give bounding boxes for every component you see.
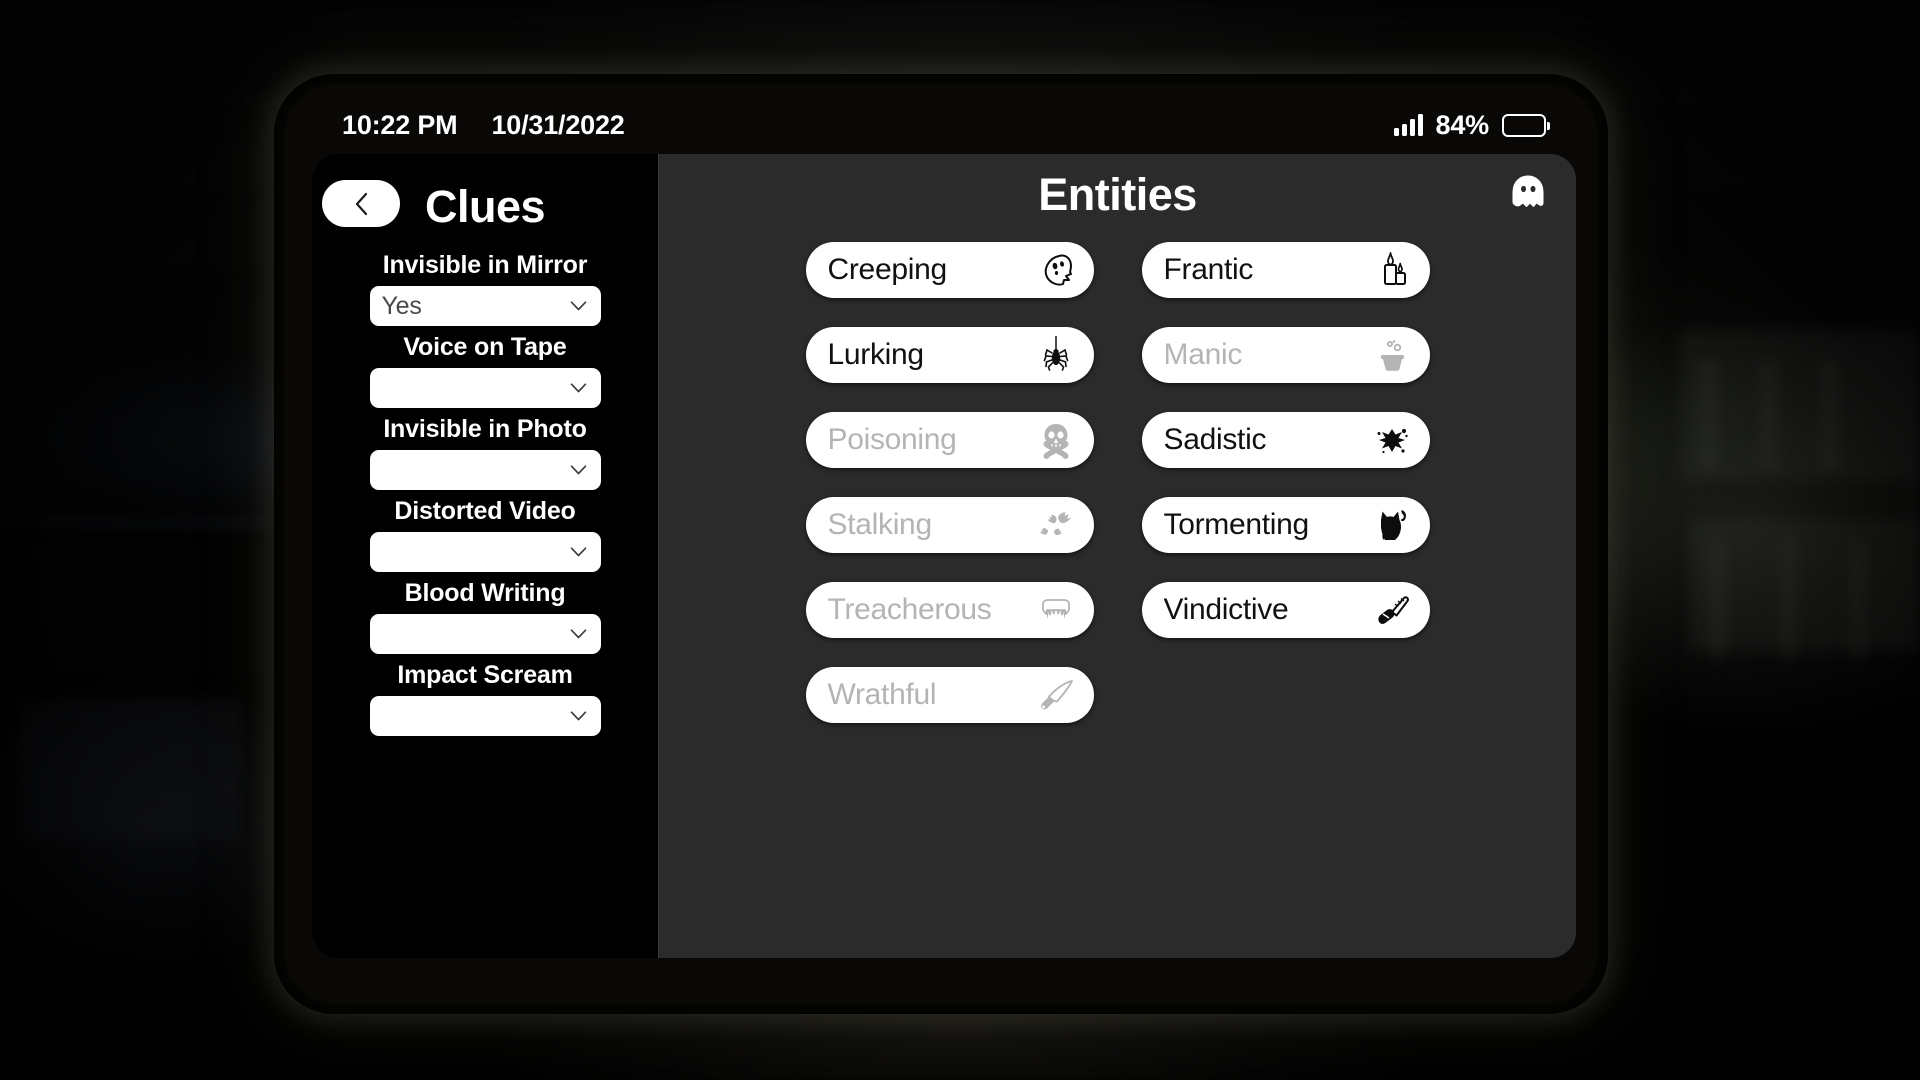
entity-button-sadistic[interactable]: Sadistic xyxy=(1141,412,1430,468)
entity-button-lurking[interactable]: Lurking xyxy=(805,327,1094,383)
ghost-icon xyxy=(1036,250,1076,290)
clock-time: 10:22 PM xyxy=(342,109,458,140)
ghost-icon[interactable] xyxy=(1502,168,1554,220)
ghost-icon-glyph xyxy=(1512,175,1544,207)
entities-title: Entities xyxy=(1038,169,1197,220)
chevron-down-icon xyxy=(570,465,586,475)
tablet-screen: Clues Invisible in Mirror Yes Voice on T… xyxy=(312,154,1576,958)
entity-button-wrathful[interactable]: Wrathful xyxy=(805,667,1094,723)
clue-row: Impact Scream xyxy=(312,661,658,736)
candles-icon xyxy=(1372,250,1412,290)
clue-row: Blood Writing xyxy=(312,579,658,654)
entity-button-vindictive[interactable]: Vindictive xyxy=(1141,582,1430,638)
clock-date: 10/31/2022 xyxy=(491,109,625,140)
clue-label: Impact Scream xyxy=(397,661,573,689)
spider-icon xyxy=(1036,335,1076,375)
entity-button-manic[interactable]: Manic xyxy=(1141,327,1430,383)
background-detail xyxy=(1850,540,1866,660)
entity-label: Treacherous xyxy=(827,593,992,626)
clue-select-invisible-in-mirror[interactable]: Yes xyxy=(369,286,601,326)
status-bar-left: 10:22 PM 10/31/2022 xyxy=(342,110,625,141)
game-scene: 10:22 PM 10/31/2022 84% Clues Invisible … xyxy=(0,0,1920,1080)
entity-label: Frantic xyxy=(1163,253,1254,286)
entity-label: Lurking xyxy=(827,338,925,371)
clue-label: Invisible in Mirror xyxy=(382,251,588,279)
back-button[interactable] xyxy=(322,180,400,227)
status-bar-right: 84% xyxy=(1393,109,1550,141)
background-detail xyxy=(1700,360,1718,470)
entity-label: Manic xyxy=(1163,338,1243,371)
clue-row: Voice on Tape xyxy=(312,333,658,408)
chainsaw-icon xyxy=(1372,590,1412,630)
status-bar: 10:22 PM 10/31/2022 84% xyxy=(284,102,1598,148)
blood-splatter-icon xyxy=(1372,420,1412,460)
tablet-device: 10:22 PM 10/31/2022 84% Clues Invisible … xyxy=(274,74,1608,1014)
entity-label: Wrathful xyxy=(827,678,937,711)
clue-row: Distorted Video xyxy=(312,497,658,572)
clues-panel: Clues Invisible in Mirror Yes Voice on T… xyxy=(312,154,658,958)
entities-panel: Entities Creeping Frantic Lurking Manic … xyxy=(658,154,1576,958)
clue-select-voice-on-tape[interactable] xyxy=(369,368,601,408)
chevron-down-icon xyxy=(570,711,586,721)
clue-label: Invisible in Photo xyxy=(383,415,587,443)
background-detail xyxy=(40,520,270,526)
entity-button-stalking[interactable]: Stalking xyxy=(805,497,1094,553)
clues-header: Clues xyxy=(312,170,658,244)
clue-select-blood-writing[interactable] xyxy=(369,614,601,654)
battery-percent-label: 84% xyxy=(1435,109,1490,140)
vampire-fangs-icon xyxy=(1036,590,1076,630)
background-detail xyxy=(1710,540,1726,660)
background-counter xyxy=(20,700,240,840)
entity-button-tormenting[interactable]: Tormenting xyxy=(1141,497,1430,553)
background-detail xyxy=(1820,360,1838,470)
entity-button-poisoning[interactable]: Poisoning xyxy=(805,412,1094,468)
entity-label: Creeping xyxy=(827,253,948,286)
entity-button-treacherous[interactable]: Treacherous xyxy=(805,582,1094,638)
clue-label: Voice on Tape xyxy=(403,333,567,361)
skull-crossbones-icon xyxy=(1036,420,1076,460)
clue-row: Invisible in Mirror Yes xyxy=(312,251,658,326)
clue-label: Blood Writing xyxy=(404,579,566,607)
black-cat-icon xyxy=(1372,505,1412,545)
cauldron-icon xyxy=(1372,335,1412,375)
entities-header: Entities xyxy=(659,154,1576,236)
clue-label: Distorted Video xyxy=(394,497,576,525)
battery-icon xyxy=(1502,113,1550,137)
clue-value: Yes xyxy=(381,291,422,320)
entity-label: Vindictive xyxy=(1163,593,1289,626)
background-detail xyxy=(1780,540,1796,660)
knife-icon xyxy=(1036,675,1076,715)
entity-button-creeping[interactable]: Creeping xyxy=(805,242,1094,298)
clue-select-distorted-video[interactable] xyxy=(369,532,601,572)
clue-row: Invisible in Photo xyxy=(312,415,658,490)
bats-icon xyxy=(1036,505,1076,545)
entity-label: Tormenting xyxy=(1163,508,1310,541)
entity-label: Stalking xyxy=(827,508,933,541)
entity-label: Sadistic xyxy=(1163,423,1267,456)
tablet-bezel: 10:22 PM 10/31/2022 84% Clues Invisible … xyxy=(284,84,1598,1004)
signal-bars-icon xyxy=(1393,114,1423,136)
chevron-down-icon xyxy=(570,301,586,311)
chevron-down-icon xyxy=(570,547,586,557)
chevron-left-icon xyxy=(355,192,367,215)
clue-select-invisible-in-photo[interactable] xyxy=(369,450,601,490)
clue-select-impact-scream[interactable] xyxy=(369,696,601,736)
background-detail xyxy=(1760,360,1778,470)
entities-grid: Creeping Frantic Lurking Manic Poisoning… xyxy=(659,236,1576,723)
chevron-down-icon xyxy=(570,383,586,393)
entity-button-frantic[interactable]: Frantic xyxy=(1141,242,1430,298)
entity-label: Poisoning xyxy=(827,423,957,456)
chevron-down-icon xyxy=(570,629,586,639)
clues-title: Clues xyxy=(424,181,546,232)
